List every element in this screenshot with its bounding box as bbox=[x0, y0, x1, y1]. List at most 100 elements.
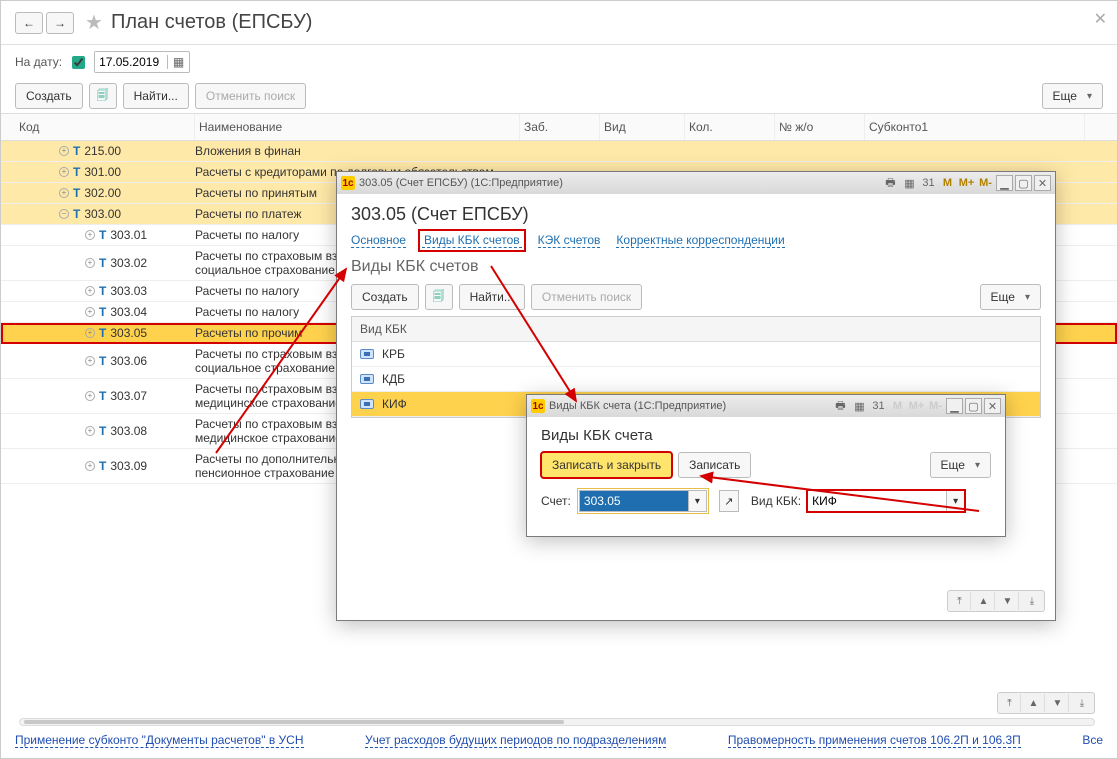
tree-toggle-icon[interactable]: − bbox=[59, 209, 69, 219]
kbk-row[interactable]: КДБ bbox=[352, 367, 1040, 392]
account-window-heading: 303.05 (Счет ЕПСБУ) bbox=[351, 204, 1041, 225]
win-min-icon[interactable]: ▁ bbox=[996, 175, 1013, 191]
kbk-select[interactable] bbox=[807, 490, 947, 512]
nav-forward-button[interactable]: → bbox=[46, 12, 74, 34]
col-vid[interactable]: Вид bbox=[600, 114, 685, 140]
kbk-dropdown-icon[interactable]: ▾ bbox=[947, 490, 965, 512]
kbk-value: КРБ bbox=[382, 347, 405, 361]
tree-toggle-icon[interactable]: + bbox=[59, 188, 69, 198]
col-kol[interactable]: Кол. bbox=[685, 114, 775, 140]
col-jo[interactable]: № ж/о bbox=[775, 114, 865, 140]
calc-icon[interactable]: ▦ bbox=[851, 398, 868, 414]
kbk-copy-button[interactable]: 🗐 bbox=[425, 284, 453, 310]
tree-toggle-icon[interactable]: + bbox=[85, 258, 95, 268]
account-window-titlebar[interactable]: 1c 303.05 (Счет ЕПСБУ) (1С:Предприятие) … bbox=[337, 172, 1055, 194]
page-title: План счетов (ЕПСБУ) bbox=[111, 11, 313, 34]
close-icon[interactable]: ✕ bbox=[1094, 9, 1107, 29]
account-input-wrap: ▾ bbox=[577, 488, 709, 514]
t-tag: Т bbox=[99, 389, 106, 403]
copy-button[interactable]: 🗐 bbox=[89, 83, 117, 109]
window-tools: 🖶 ▦ 31 M M+ M- ▁ ▢ ✕ bbox=[832, 398, 1001, 414]
filter-date-checkbox[interactable] bbox=[72, 56, 85, 69]
mplus-icon[interactable]: M+ bbox=[958, 175, 975, 191]
tree-toggle-icon[interactable]: + bbox=[59, 146, 69, 156]
row-code: 303.05 bbox=[110, 326, 147, 340]
m-icon[interactable]: M bbox=[939, 175, 956, 191]
nav-last-icon[interactable]: ⤓ bbox=[1071, 694, 1093, 712]
tree-toggle-icon[interactable]: + bbox=[85, 391, 95, 401]
kbk-find-button[interactable]: Найти... bbox=[459, 284, 525, 310]
win-max-icon[interactable]: ▢ bbox=[1015, 175, 1032, 191]
kbk-cancel-search-button[interactable]: Отменить поиск bbox=[531, 284, 642, 310]
m-icon: M bbox=[889, 398, 906, 414]
tab-kek[interactable]: КЭК счетов bbox=[538, 233, 601, 248]
nav-up-icon[interactable]: ▲ bbox=[973, 592, 995, 610]
tab-main[interactable]: Основное bbox=[351, 233, 406, 248]
nav-first-icon[interactable]: ⤒ bbox=[999, 694, 1021, 712]
date-input[interactable] bbox=[95, 52, 167, 72]
t-tag: Т bbox=[99, 354, 106, 368]
win-close-icon[interactable]: ✕ bbox=[984, 398, 1001, 414]
save-close-button[interactable]: Записать и закрыть bbox=[541, 452, 672, 478]
tree-toggle-icon[interactable]: + bbox=[59, 167, 69, 177]
filter-row: На дату: ▦ bbox=[1, 45, 1117, 79]
horizontal-scrollbar[interactable] bbox=[19, 718, 1095, 726]
footer-link-3[interactable]: Правомерность применения счетов 106.2П и… bbox=[728, 733, 1021, 748]
print-icon[interactable]: 🖶 bbox=[882, 175, 899, 191]
cancel-search-button[interactable]: Отменить поиск bbox=[195, 83, 306, 109]
col-name[interactable]: Наименование bbox=[195, 114, 520, 140]
find-button[interactable]: Найти... bbox=[123, 83, 189, 109]
table-row[interactable]: +Т215.00Вложения в финан bbox=[1, 141, 1117, 162]
row-nav: ⤒ ▲ ▼ ⤓ bbox=[997, 692, 1095, 714]
print-icon[interactable]: 🖶 bbox=[832, 398, 849, 414]
item-icon bbox=[360, 349, 374, 359]
more-button[interactable]: Еще bbox=[1042, 83, 1103, 109]
tree-toggle-icon[interactable]: + bbox=[85, 461, 95, 471]
kbk-toolbar: Создать 🗐 Найти... Отменить поиск Еще bbox=[351, 284, 1041, 310]
calendar-icon[interactable]: ▦ bbox=[167, 55, 189, 69]
win-max-icon[interactable]: ▢ bbox=[965, 398, 982, 414]
row-code: 303.06 bbox=[110, 354, 147, 368]
save-button[interactable]: Записать bbox=[678, 452, 751, 478]
nav-down-icon[interactable]: ▼ bbox=[1047, 694, 1069, 712]
tree-toggle-icon[interactable]: + bbox=[85, 328, 95, 338]
col-zab[interactable]: Заб. bbox=[520, 114, 600, 140]
tab-korr[interactable]: Корректные корреспонденции bbox=[616, 233, 784, 248]
nav-last-icon[interactable]: ⤓ bbox=[1021, 592, 1043, 610]
calendar-tool-icon[interactable]: 31 bbox=[870, 398, 887, 414]
tab-kbk[interactable]: Виды КБК счетов bbox=[422, 233, 522, 248]
scroll-thumb[interactable] bbox=[24, 720, 564, 724]
account-input[interactable] bbox=[579, 490, 689, 512]
tree-toggle-icon[interactable]: + bbox=[85, 356, 95, 366]
calendar-tool-icon[interactable]: 31 bbox=[920, 175, 937, 191]
win-min-icon[interactable]: ▁ bbox=[946, 398, 963, 414]
tree-toggle-icon[interactable]: + bbox=[85, 426, 95, 436]
account-window-title: 303.05 (Счет ЕПСБУ) (1С:Предприятие) bbox=[359, 177, 563, 189]
calc-icon[interactable]: ▦ bbox=[901, 175, 918, 191]
kbk-row[interactable]: КРБ bbox=[352, 342, 1040, 367]
tree-toggle-icon[interactable]: + bbox=[85, 286, 95, 296]
tree-toggle-icon[interactable]: + bbox=[85, 230, 95, 240]
tree-toggle-icon[interactable]: + bbox=[85, 307, 95, 317]
kbk-more-button[interactable]: Еще bbox=[980, 284, 1041, 310]
kbk-edit-more-button[interactable]: Еще bbox=[930, 452, 991, 478]
mminus-icon[interactable]: M- bbox=[977, 175, 994, 191]
col-sub[interactable]: Субконто1 bbox=[865, 114, 1085, 140]
nav-first-icon[interactable]: ⤒ bbox=[949, 592, 971, 610]
kbk-col-name[interactable]: Вид КБК bbox=[352, 317, 1040, 342]
kbk-create-button[interactable]: Создать bbox=[351, 284, 419, 310]
footer-link-all[interactable]: Все bbox=[1082, 733, 1103, 748]
create-button[interactable]: Создать bbox=[15, 83, 83, 109]
footer-link-1[interactable]: Применение субконто "Документы расчетов"… bbox=[15, 733, 304, 748]
account-dropdown-icon[interactable]: ▾ bbox=[689, 490, 707, 512]
account-open-icon[interactable]: ↗ bbox=[719, 490, 739, 512]
col-code[interactable]: Код bbox=[15, 114, 195, 140]
nav-back-button[interactable]: ← bbox=[15, 12, 43, 34]
nav-up-icon[interactable]: ▲ bbox=[1023, 694, 1045, 712]
nav-down-icon[interactable]: ▼ bbox=[997, 592, 1019, 610]
win-close-icon[interactable]: ✕ bbox=[1034, 175, 1051, 191]
favorite-star-icon[interactable]: ★ bbox=[85, 10, 103, 35]
footer-link-2[interactable]: Учет расходов будущих периодов по подраз… bbox=[365, 733, 666, 748]
kbk-edit-titlebar[interactable]: 1c Виды КБК счета (1С:Предприятие) 🖶 ▦ 3… bbox=[527, 395, 1005, 417]
t-tag: Т bbox=[73, 165, 80, 179]
